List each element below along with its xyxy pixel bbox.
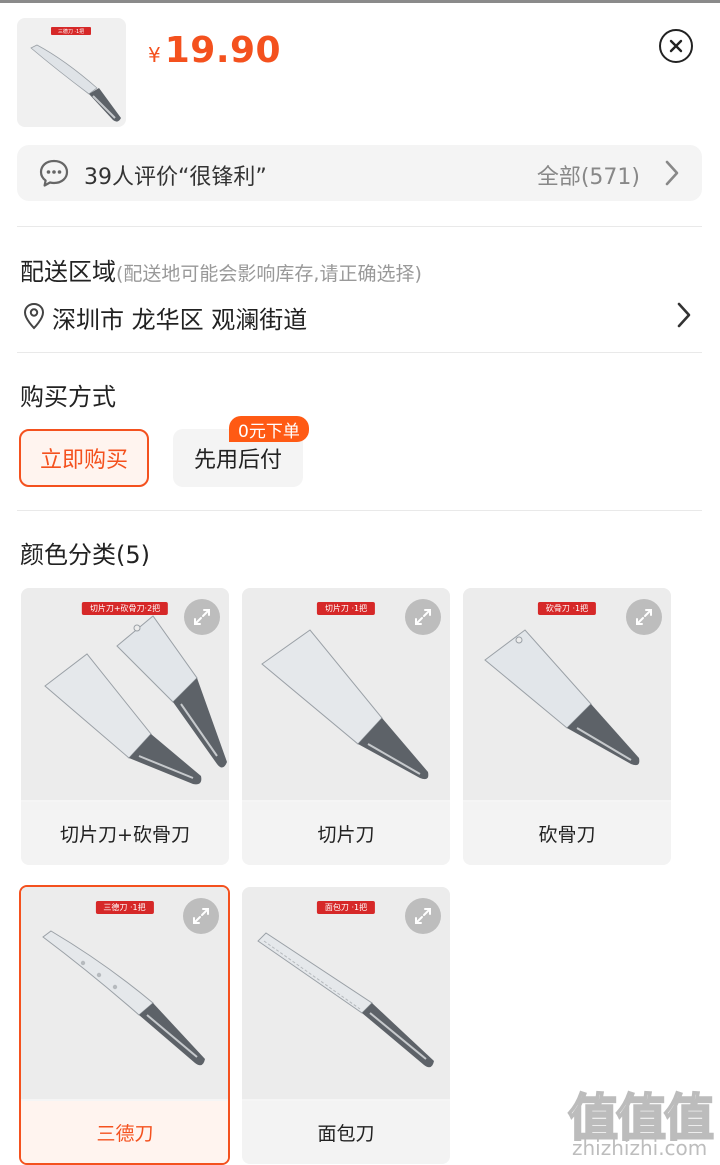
zero-down-badge: 0元下单 (229, 416, 309, 442)
chat-bubble-icon (39, 159, 69, 187)
site-watermark: 值值值 zhizhizhi.com (566, 1078, 716, 1164)
expand-icon (415, 609, 431, 625)
divider (17, 226, 702, 227)
product-thumbnail[interactable]: 三德刀 ·1把 (17, 18, 126, 127)
santoku-knife-image: 三德刀 ·1把 (30, 27, 121, 122)
option-label: 砍骨刀 (463, 802, 671, 865)
close-icon (669, 39, 683, 53)
color-option-card[interactable]: 面包刀 ·1把 面包刀 (242, 887, 450, 1164)
color-option-card[interactable]: 切片刀 ·1把 切片刀 (242, 588, 450, 865)
option-tag: 砍骨刀 ·1把 (537, 602, 597, 615)
divider (17, 510, 702, 511)
color-option-card[interactable]: 砍骨刀 ·1把 砍骨刀 (463, 588, 671, 865)
price: ¥ 19.90 (148, 30, 281, 71)
expand-icon (193, 908, 209, 924)
expand-image-button[interactable] (184, 599, 220, 635)
review-summary-bar[interactable]: 39人评价“很锋利” 全部(571) (17, 145, 702, 201)
purchase-method-title: 购买方式 (20, 383, 116, 411)
currency-symbol: ¥ (148, 43, 161, 67)
option-label: 切片刀 (242, 802, 450, 865)
expand-image-button[interactable] (405, 599, 441, 635)
expand-image-button[interactable] (183, 898, 219, 934)
chevron-right-icon (665, 160, 679, 186)
delivery-hint: (配送地可能会影响库存,请正确选择) (116, 263, 422, 285)
delivery-title: 配送区域 (20, 258, 116, 286)
color-option-card[interactable]: 切片刀+砍骨刀·2把 切片刀+砍骨刀 (21, 588, 229, 865)
delivery-address-row[interactable]: 深圳市 龙华区 观澜街道 (20, 296, 700, 336)
watermark-url: zhizhizhi.com (572, 1136, 708, 1160)
close-button[interactable] (659, 29, 693, 63)
option-tag: 面包刀 ·1把 (316, 901, 376, 914)
expand-icon (194, 609, 210, 625)
review-summary-text: 39人评价“很锋利” (84, 165, 267, 190)
option-label: 三德刀 (21, 1101, 228, 1163)
delivery-address: 深圳市 龙华区 观澜街道 (52, 306, 308, 334)
option-label: 切片刀+砍骨刀 (21, 802, 229, 865)
expand-image-button[interactable] (405, 898, 441, 934)
expand-image-button[interactable] (626, 599, 662, 635)
color-category-title: 颜色分类(5) (20, 541, 150, 569)
svg-text:三德刀 ·1把: 三德刀 ·1把 (58, 28, 84, 35)
option-tag: 三德刀 ·1把 (95, 901, 154, 914)
color-option-card-selected[interactable]: 三德刀 ·1把 三德刀 (19, 885, 230, 1165)
expand-icon (636, 609, 652, 625)
all-reviews-link[interactable]: 全部(571) (537, 159, 640, 191)
option-tag: 切片刀+砍骨刀·2把 (81, 602, 169, 615)
buy-now-option[interactable]: 立即购买 (19, 429, 149, 487)
chevron-right-icon (677, 302, 691, 328)
price-amount: 19.90 (164, 30, 282, 71)
expand-icon (415, 908, 431, 924)
top-border (0, 0, 720, 3)
option-label: 面包刀 (242, 1101, 450, 1164)
divider (17, 352, 702, 353)
location-pin-icon (23, 302, 45, 330)
delivery-section-header: 配送区域 (配送地可能会影响库存,请正确选择) (20, 252, 422, 287)
option-tag: 切片刀 ·1把 (316, 602, 376, 615)
